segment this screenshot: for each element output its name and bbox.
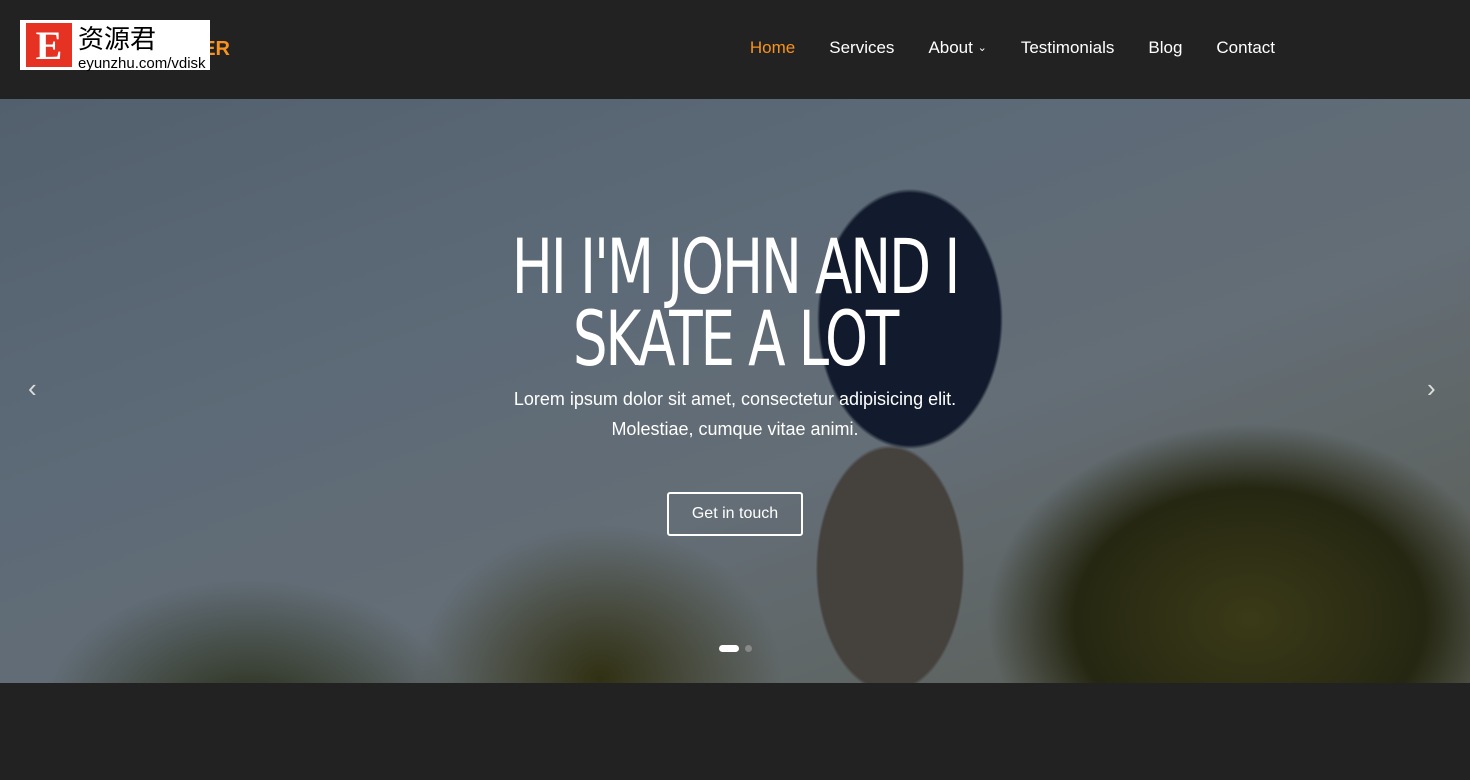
nav-about[interactable]: About ⌄ <box>928 38 986 58</box>
chevron-down-icon: ⌄ <box>977 42 987 54</box>
main-menu: Home Services About ⌄ Testimonials Blog … <box>750 38 1275 58</box>
hero-title-line: HI I'M JOHN AND I <box>511 222 961 311</box>
watermark-text: 资源君 <box>78 25 157 55</box>
hero-title-line: SKATE A LOT <box>572 294 899 383</box>
nav-about-label: About <box>928 38 973 57</box>
slide-indicator-1[interactable] <box>719 645 739 652</box>
hero-subtitle-line: Molestiae, cumque vitae animi. <box>611 419 859 439</box>
nav-home[interactable]: Home <box>750 38 795 58</box>
hero-subtitle: Lorem ipsum dolor sit amet, consectetur … <box>0 384 1470 444</box>
watermark: E 资源君 eyunzhu.com/vdisk <box>20 20 210 72</box>
hero-slider: HI I'M JOHN AND I SKATE A LOT Lorem ipsu… <box>0 99 1470 683</box>
get-in-touch-button[interactable]: Get in touch <box>667 492 803 536</box>
navbar: TER E 资源君 eyunzhu.com/vdisk Home Service… <box>0 0 1470 99</box>
chevron-right-icon[interactable]: › <box>1427 373 1436 404</box>
hero-title: HI I'M JOHN AND I SKATE A LOT <box>206 222 1264 383</box>
nav-services[interactable]: Services <box>829 38 894 58</box>
watermark-url: eyunzhu.com/vdisk <box>78 55 206 72</box>
hero-subtitle-line: Lorem ipsum dolor sit amet, consectetur … <box>513 389 957 409</box>
nav-contact[interactable]: Contact <box>1216 38 1275 58</box>
watermark-logo: E <box>26 23 72 68</box>
slide-indicator-2[interactable] <box>745 645 752 652</box>
nav-testimonials[interactable]: Testimonials <box>1021 38 1115 58</box>
chevron-left-icon[interactable]: ‹ <box>28 373 37 404</box>
slider-indicators <box>719 645 752 652</box>
nav-blog[interactable]: Blog <box>1148 38 1182 58</box>
